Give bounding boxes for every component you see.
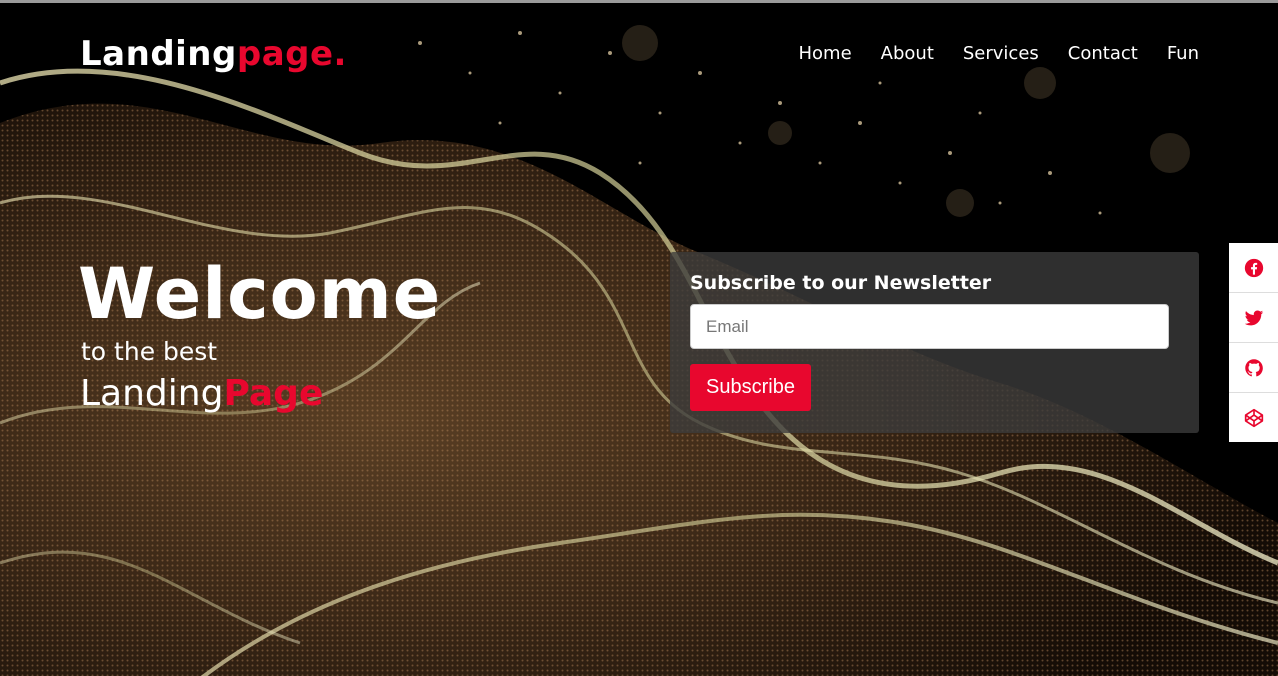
- hero-section: Welcome to the best LandingPage: [78, 259, 441, 412]
- landing-page: Landingpage. Home About Services Contact…: [0, 0, 1278, 676]
- twitter-link[interactable]: [1229, 293, 1278, 343]
- newsletter-title: Subscribe to our Newsletter: [690, 272, 992, 294]
- site-header: Landingpage. Home About Services Contact…: [0, 3, 1278, 103]
- codepen-link[interactable]: [1229, 393, 1278, 442]
- facebook-icon: [1244, 258, 1263, 277]
- hero-title: Welcome: [78, 253, 442, 335]
- logo-main-text: Landing: [80, 34, 237, 74]
- nav-contact[interactable]: Contact: [1068, 43, 1138, 64]
- subscribe-button[interactable]: Subscribe: [690, 364, 811, 411]
- github-link[interactable]: [1229, 343, 1278, 393]
- hero-brand-accent: Page: [223, 373, 324, 414]
- main-nav: Home About Services Contact Fun: [799, 43, 1200, 64]
- nav-home[interactable]: Home: [799, 43, 852, 64]
- nav-services[interactable]: Services: [963, 43, 1039, 64]
- hero-subtitle: to the best: [81, 337, 218, 366]
- nav-about[interactable]: About: [881, 43, 934, 64]
- hero-brand-main: Landing: [80, 373, 224, 414]
- nav-fun[interactable]: Fun: [1167, 43, 1199, 64]
- github-icon: [1244, 358, 1263, 376]
- codepen-icon: [1244, 408, 1263, 427]
- email-input[interactable]: [690, 304, 1169, 349]
- twitter-icon: [1244, 310, 1263, 325]
- site-logo[interactable]: Landingpage.: [80, 34, 347, 74]
- facebook-link[interactable]: [1229, 243, 1278, 293]
- social-sidebar: [1229, 243, 1278, 442]
- newsletter-panel: Subscribe to our Newsletter Subscribe: [670, 252, 1199, 433]
- hero-brand: LandingPage: [78, 376, 441, 412]
- logo-accent-text: page.: [236, 34, 347, 74]
